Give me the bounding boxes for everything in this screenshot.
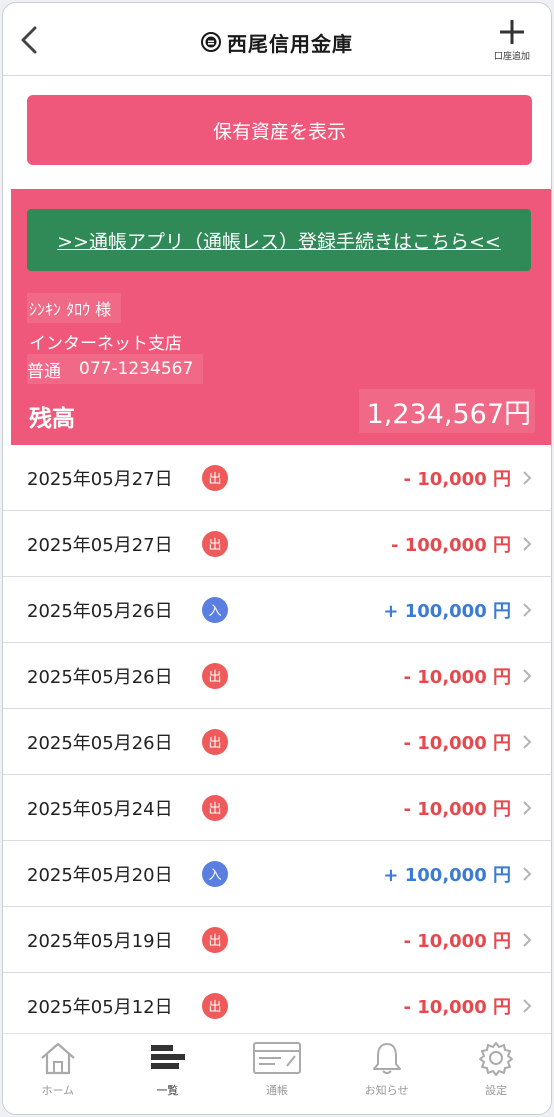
transaction-date: 2025年05月26日 [27,732,173,754]
transaction-amount: + 100,000 円 [383,864,511,886]
withdrawal-badge: 出 [202,662,228,689]
tab-list[interactable]: 一覧 [113,1034,223,1114]
transaction-date: 2025年05月12日 [27,996,173,1018]
tab-home[interactable]: ホーム [3,1034,113,1114]
transaction-date: 2025年05月26日 [27,600,173,622]
transaction-date: 2025年05月20日 [27,864,173,886]
withdrawal-badge: 出 [202,992,228,1019]
transaction-amount: - 10,000 円 [403,666,511,688]
tab-home-label: ホーム [41,1084,75,1097]
home-icon [41,1042,75,1075]
transaction-row[interactable]: 2025年05月27日 出 - 10,000 円 [3,445,551,511]
account-holder-name: ｼﾝｷﾝ ﾀﾛｳ 様 [27,293,122,323]
withdrawal-badge: 出 [202,728,228,755]
tab-list-label: 一覧 [156,1084,179,1097]
transaction-row[interactable]: 2025年05月20日 入 + 100,000 円 [3,841,551,907]
transaction-row[interactable]: 2025年05月19日 出 - 10,000 円 [3,907,551,973]
transaction-row[interactable]: 2025年05月12日 出 - 10,000 円 [3,973,551,1039]
withdrawal-badge: 出 [202,464,228,491]
transaction-row[interactable]: 2025年05月26日 出 - 10,000 円 [3,709,551,775]
balance-amount: 1,234,567円 [358,389,535,433]
tab-passbook[interactable]: 通帳 [222,1034,332,1114]
account-type: 普通 [27,361,61,382]
chevron-right-icon [523,800,532,815]
withdrawal-badge: 出 [202,794,228,821]
chevron-right-icon [523,602,532,617]
withdrawal-badge: 出 [202,530,228,557]
tab-notifications-label: お知らせ [364,1084,409,1097]
transaction-amount: + 100,000 円 [383,600,511,622]
tab-settings-label: 設定 [485,1084,508,1097]
passbook-registration-link[interactable]: >>通帳アプリ（通帳レス）登録手続きはこちら<< [27,209,531,271]
transaction-date: 2025年05月26日 [27,666,173,688]
chevron-right-icon [523,998,532,1013]
bank-name: 西尾信用金庫 [227,31,353,56]
transaction-date: 2025年05月24日 [27,798,173,820]
withdrawal-badge: 出 [202,926,228,953]
gear-icon [479,1042,514,1076]
transaction-amount: - 10,000 円 [403,732,511,754]
transaction-date: 2025年05月27日 [27,534,173,556]
list-icon [151,1045,186,1069]
tab-notifications[interactable]: お知らせ [332,1034,442,1114]
show-assets-button[interactable]: 保有資産を表示 [27,95,532,165]
chevron-right-icon [523,470,532,485]
transaction-amount: - 100,000 円 [391,534,511,556]
add-account-button[interactable]: 口座追加 [483,17,541,71]
transaction-amount: - 10,000 円 [403,996,511,1018]
transaction-row[interactable]: 2025年05月27日 出 - 100,000 円 [3,511,551,577]
chevron-right-icon [523,668,532,683]
add-account-label: 口座追加 [493,52,530,62]
app-header: 西尾信用金庫 口座追加 [3,3,551,76]
transaction-amount: - 10,000 円 [403,468,511,490]
chevron-right-icon [523,536,532,551]
chevron-right-icon [523,866,532,881]
deposit-badge: 入 [202,596,228,623]
balance-label: 残高 [29,406,75,432]
bell-icon [372,1043,401,1074]
chevron-right-icon [523,734,532,749]
transaction-date: 2025年05月19日 [27,930,173,952]
passbook-icon [252,1042,301,1074]
bank-emblem-icon [201,32,221,52]
transaction-amount: - 10,000 円 [403,798,511,820]
transaction-date: 2025年05月27日 [27,468,173,490]
transaction-row[interactable]: 2025年05月24日 出 - 10,000 円 [3,775,551,841]
transaction-list: 2025年05月27日出 - 10,000 円 2025年05月27日出 - 100,… [3,445,551,1039]
transaction-amount: - 10,000 円 [403,930,511,952]
transaction-row[interactable]: 2025年05月26日 出 - 10,000 円 [3,643,551,709]
bank-logo: 西尾信用金庫 [3,27,551,57]
account-number: 077-1234567 [79,359,194,379]
branch-name: インターネット支店 [29,334,182,354]
deposit-badge: 入 [202,860,228,887]
tab-settings[interactable]: 設定 [441,1034,551,1114]
account-panel: >>通帳アプリ（通帳レス）登録手続きはこちら<< ｼﾝｷﾝ ﾀﾛｳ 様 インター… [11,189,551,445]
transaction-row[interactable]: 2025年05月26日 入 + 100,000 円 [3,577,551,643]
bottom-tab-bar: ホーム 一覧 通帳 お知らせ 設定 [3,1033,551,1114]
tab-passbook-label: 通帳 [265,1084,288,1097]
account-number-row: 普通 077-1234567 [27,354,204,384]
app-screen: 西尾信用金庫 口座追加 保有資産を表示 >>通帳アプリ（通帳レス）登録手続きはこ… [2,2,552,1115]
chevron-right-icon [523,932,532,947]
plus-icon [500,20,524,44]
